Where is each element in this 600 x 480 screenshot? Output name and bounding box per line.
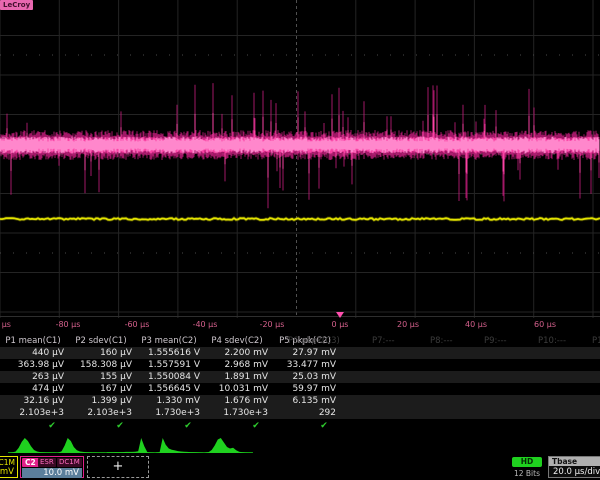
channel-c1-header: C1 DC1M — [0, 457, 17, 467]
param-cell-p3-mean: 1.557591 V — [134, 359, 200, 371]
param-cell-p1-sdev: 32.16 µV — [0, 395, 64, 407]
measurement-row-mean: 363.98 µV158.308 µV1.557591 V2.968 mV33.… — [0, 359, 600, 371]
param-cell-p1-num: 2.103e+3 — [0, 407, 64, 419]
param-cell-p1-min: 263 µV — [0, 371, 64, 383]
timebase-value: 20.0 µs/div — [549, 467, 600, 478]
measurement-row-sdev: 32.16 µV1.399 µV1.330 mV1.676 mV6.135 mV — [0, 395, 600, 407]
param-header-inactive[interactable]: P1 — [592, 336, 600, 347]
param-cell-p2-max: 167 µV — [66, 383, 132, 395]
time-axis-label: -60 µs — [125, 320, 150, 329]
time-axis-label: 20 µs — [397, 320, 419, 329]
param-cell-p1-max: 474 µV — [0, 383, 64, 395]
param-header-inactive[interactable]: P10:--- — [538, 336, 566, 347]
param-cell-p5-mean: 33.477 mV — [270, 359, 336, 371]
timebase-descriptor[interactable]: Tbase 20.0 µs/div — [548, 456, 600, 478]
trigger-position-marker[interactable] — [336, 312, 344, 318]
time-axis-label: 0 µs — [332, 320, 349, 329]
param-cell-p4-sdev: 1.676 mV — [202, 395, 268, 407]
measurement-row-max: 474 µV167 µV1.556645 V10.031 mV59.97 mV — [0, 383, 600, 395]
time-axis-label: -100 µs — [0, 320, 11, 329]
param-header-p2[interactable]: P2 sdev(C1) — [68, 336, 134, 347]
time-axis-label: 60 µs — [534, 320, 556, 329]
time-axis: -100 µs -80 µs -60 µs -40 µs -20 µs 0 µs 20 µs… — [0, 316, 600, 334]
channel-c2-scale: 10.0 mV — [22, 468, 82, 478]
param-cell-p4-num: 1.730e+3 — [202, 407, 268, 419]
param-cell-p4-mean: 2.968 mV — [202, 359, 268, 371]
channel-c2-label: C2 — [22, 458, 39, 467]
param-header-p1[interactable]: P1 mean(C1) — [0, 336, 66, 347]
channel-c2-coupling-badge: DC1M — [57, 458, 82, 467]
measurement-table: P1 mean(C1)P2 sdev(C1)P3 mean(C2)P4 sdev… — [0, 336, 600, 436]
param-cell-p2-value: 160 µV — [66, 347, 132, 359]
param-header-inactive[interactable]: P8:--- — [430, 336, 453, 347]
measurement-row-value: 440 µV160 µV1.555616 V2.200 mV27.97 mV — [0, 347, 600, 359]
param-cell-p1-mean: 363.98 µV — [0, 359, 64, 371]
channel-c1-scale: 10.0 mV — [0, 467, 17, 477]
param-cell-p1-value: 440 µV — [0, 347, 64, 359]
measurement-row-num: 2.103e+32.103e+31.730e+31.730e+3292 — [0, 407, 600, 419]
param-header-inactive[interactable]: P7:--- — [372, 336, 395, 347]
channel-c2-descriptor[interactable]: C2 ESR DC1M 10.0 mV — [20, 456, 84, 478]
hd-mode-badge[interactable]: HD — [512, 457, 542, 467]
param-cell-p2-mean: 158.308 µV — [66, 359, 132, 371]
param-cell-p5-min: 25.03 mV — [270, 371, 336, 383]
hd-bits-label: 12 Bits — [505, 469, 549, 478]
param-cell-p5-value: 27.97 mV — [270, 347, 336, 359]
histicon-row[interactable] — [0, 434, 600, 456]
param-header-inactive[interactable]: P6 pkpk(C3) — [288, 336, 340, 347]
param-status-check-p2: ✔ — [112, 419, 128, 433]
param-cell-p4-min: 1.891 mV — [202, 371, 268, 383]
param-cell-p4-max: 10.031 mV — [202, 383, 268, 395]
param-header-p3[interactable]: P3 mean(C2) — [136, 336, 202, 347]
param-cell-p3-sdev: 1.330 mV — [134, 395, 200, 407]
param-cell-p5-max: 59.97 mV — [270, 383, 336, 395]
param-cell-p3-num: 1.730e+3 — [134, 407, 200, 419]
measurement-status-row: ✔ ✔ ✔ ✔ ✔ — [0, 419, 600, 431]
time-axis-label: -80 µs — [56, 320, 81, 329]
param-cell-p2-sdev: 1.399 µV — [66, 395, 132, 407]
waveform-display — [0, 0, 600, 318]
time-axis-label: -20 µs — [260, 320, 285, 329]
param-cell-p5-num: 292 — [270, 407, 336, 419]
param-cell-p3-value: 1.555616 V — [134, 347, 200, 359]
time-axis-label: 40 µs — [465, 320, 487, 329]
top-left-badge[interactable]: LeCroy — [0, 0, 33, 10]
param-header-inactive[interactable]: P9:--- — [484, 336, 507, 347]
param-status-check-p3: ✔ — [180, 419, 196, 433]
channel-c1-descriptor[interactable]: C1 DC1M 10.0 mV — [0, 456, 18, 478]
add-trace-button[interactable]: + — [87, 456, 149, 478]
param-cell-p4-value: 2.200 mV — [202, 347, 268, 359]
param-cell-p5-sdev: 6.135 mV — [270, 395, 336, 407]
param-status-check-p5: ✔ — [316, 419, 332, 433]
time-axis-label: -40 µs — [193, 320, 218, 329]
param-status-check-p4: ✔ — [248, 419, 264, 433]
measurement-row-min: 263 µV155 µV1.550084 V1.891 mV25.03 mV — [0, 371, 600, 383]
param-cell-p3-max: 1.556645 V — [134, 383, 200, 395]
timebase-title: Tbase — [549, 457, 600, 466]
param-cell-p2-num: 2.103e+3 — [66, 407, 132, 419]
param-header-p4[interactable]: P4 sdev(C2) — [204, 336, 270, 347]
oscilloscope-screen: LeCroy -100 µs -80 µs -60 µs -40 µs -20 µs 0 … — [0, 0, 600, 480]
param-status-check-p1: ✔ — [44, 419, 60, 433]
channel-c2-esr-badge: ESR — [38, 458, 56, 467]
channel-c1-coupling-badge: DC1M — [0, 458, 15, 467]
param-cell-p2-min: 155 µV — [66, 371, 132, 383]
param-cell-p3-min: 1.550084 V — [134, 371, 200, 383]
